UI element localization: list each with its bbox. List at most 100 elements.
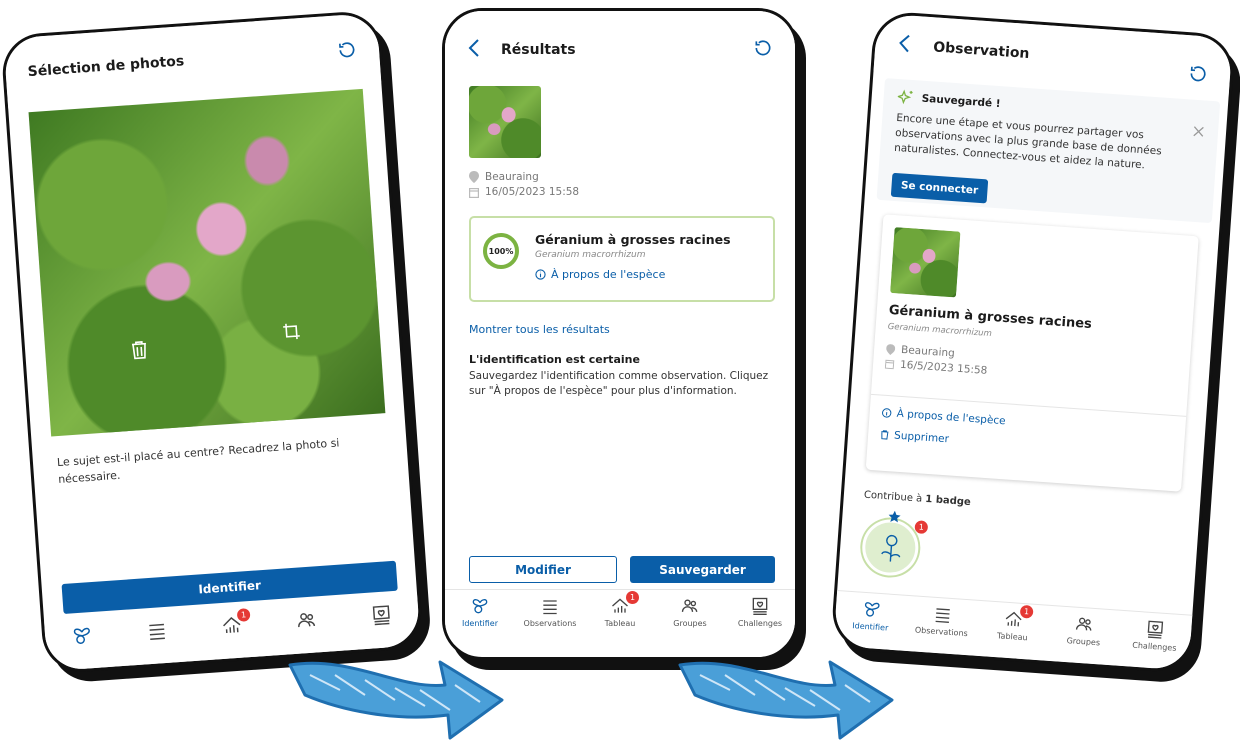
butterfly-camera-icon: [74, 627, 91, 644]
dandelion-icon: [881, 534, 901, 562]
about-species-label: À propos de l'espèce: [896, 407, 1006, 428]
groups-icon: [1076, 617, 1092, 631]
nav-label: Observations: [914, 625, 969, 639]
photo-preview[interactable]: [28, 88, 386, 437]
nav-label: Identifier: [461, 619, 499, 628]
notification-badge: 1: [236, 608, 251, 622]
phone-frame: Résultats Beauraing 16/05/2023 15:58 100…: [442, 8, 798, 660]
nav-challenges[interactable]: Challenges: [728, 596, 792, 628]
notification-badge: 1: [626, 591, 639, 604]
nav-groups[interactable]: Groupes: [1051, 612, 1117, 648]
saved-banner: Sauvegardé ! Encore une étape et vous po…: [876, 78, 1221, 224]
sparkle-icon: [897, 89, 913, 105]
pin-icon: [886, 343, 896, 355]
header: Résultats: [445, 11, 795, 89]
refresh-icon[interactable]: [753, 38, 773, 62]
phone-photo-selection: Sélection de photos Le sujet est-il plac…: [0, 9, 433, 684]
nav-label: Tableau: [604, 619, 636, 628]
certainty-text: Sauvegardez l'identification comme obser…: [469, 370, 769, 397]
trash-icon[interactable]: [130, 339, 150, 364]
refresh-icon[interactable]: [1187, 63, 1209, 88]
delete-link[interactable]: Supprimer: [880, 429, 950, 446]
nav-label: Tableau: [996, 631, 1028, 643]
location-text: Beauraing: [900, 343, 956, 360]
nav-label: Groupes: [673, 619, 707, 628]
save-button[interactable]: Sauvegarder: [630, 556, 775, 583]
confidence-value: 100%: [488, 246, 514, 256]
nav-groups[interactable]: [274, 607, 339, 633]
nav-label: Challenges: [737, 619, 783, 628]
banner-text: Encore une étape et vous pourrez partage…: [893, 111, 1163, 172]
list-icon: [935, 608, 950, 623]
page-title: Sélection de photos: [27, 53, 185, 81]
nav-label: Groupes: [1066, 636, 1101, 648]
about-species-label: À propos de l'espèce: [551, 268, 666, 281]
bottom-nav: Identifier Observations 1 Tableau Groupe…: [445, 589, 795, 645]
nav-identify[interactable]: [50, 623, 115, 649]
nav-groups[interactable]: Groupes: [658, 596, 722, 628]
close-icon[interactable]: [1192, 122, 1204, 142]
species-latin-name: Geranium macrorrhizum: [535, 250, 646, 260]
nav-observations[interactable]: [124, 617, 189, 643]
notification-badge: 1: [1019, 604, 1034, 619]
species-latin-name: Geranium macrorrhizum: [887, 321, 993, 340]
page-title: Observation: [932, 39, 1030, 63]
about-species-link[interactable]: À propos de l'espèce: [535, 268, 731, 281]
phone-results: Résultats Beauraing 16/05/2023 15:58 100…: [442, 8, 806, 670]
list-icon: [543, 600, 557, 615]
nav-observations[interactable]: Observations: [518, 596, 582, 628]
list-icon: [149, 623, 166, 640]
phone-frame: Sélection de photos Le sujet est-il plac…: [0, 9, 424, 675]
phone-frame: Observation Sauvegardé ! Encore une étap…: [830, 10, 1236, 674]
groups-icon: [681, 599, 698, 612]
challenge-icon: [752, 597, 768, 615]
flow-arrow-1: [288, 660, 504, 740]
butterfly-camera-icon: [472, 599, 488, 614]
crop-icon[interactable]: [282, 322, 301, 345]
contributes-prefix: Contribue à: [863, 489, 923, 505]
delete-label: Supprimer: [893, 429, 950, 446]
phone-observation: Observation Sauvegardé ! Encore une étap…: [830, 10, 1240, 685]
challenge-icon: [1148, 620, 1164, 639]
nav-dashboard[interactable]: 1 Tableau: [588, 591, 652, 628]
modify-button[interactable]: Modifier: [469, 556, 617, 583]
notification-badge: 1: [914, 520, 929, 535]
nav-identify[interactable]: Identifier: [838, 597, 904, 633]
nav-identify[interactable]: Identifier: [448, 596, 512, 628]
crop-instruction: Le sujet est-il placé au centre? Recadre…: [56, 436, 340, 487]
species-common-name: Géranium à grosses racines: [535, 232, 731, 247]
back-arrow-icon[interactable]: [467, 38, 481, 62]
calendar-icon: [884, 359, 895, 370]
refresh-icon[interactable]: [336, 39, 357, 60]
star-icon: [888, 510, 901, 523]
about-species-link[interactable]: À propos de l'espèce: [881, 407, 1006, 428]
contributes-text: Contribue à 1 badge: [864, 490, 972, 508]
nav-dashboard[interactable]: 1 Tableau: [980, 604, 1046, 643]
location-row: Beauraing: [469, 171, 579, 183]
result-card[interactable]: 100% Géranium à grosses racines Geranium…: [469, 216, 775, 302]
location-text: Beauraing: [485, 171, 539, 183]
show-all-results-link[interactable]: Montrer tous les résultats: [469, 323, 610, 336]
butterfly-camera-icon: [864, 602, 880, 617]
observation-card[interactable]: Géranium à grosses racines Geranium macr…: [865, 214, 1199, 492]
page-title: Résultats: [501, 42, 576, 58]
badge-medal[interactable]: 1: [860, 510, 929, 578]
nav-label: Challenges: [1132, 640, 1177, 653]
back-arrow-icon[interactable]: [897, 33, 913, 58]
date-row: 16/05/2023 15:58: [469, 186, 579, 198]
nav-challenges[interactable]: [348, 602, 413, 628]
contributes-value: 1 badge: [924, 493, 972, 509]
info-icon: [535, 269, 546, 280]
banner-title: Sauvegardé !: [921, 92, 1001, 111]
pin-icon: [469, 171, 479, 183]
connect-button[interactable]: Se connecter: [890, 172, 989, 204]
trash-icon: [881, 430, 889, 440]
photo-thumbnail: [890, 227, 961, 298]
info-icon: [882, 408, 892, 418]
confidence-ring: 100%: [483, 233, 519, 269]
nav-dashboard[interactable]: 1: [199, 608, 264, 638]
nav-observations[interactable]: Observations: [909, 602, 975, 638]
nav-label: Observations: [523, 619, 577, 628]
photo-thumbnail[interactable]: [469, 86, 541, 158]
nav-challenges[interactable]: Challenges: [1122, 617, 1188, 653]
